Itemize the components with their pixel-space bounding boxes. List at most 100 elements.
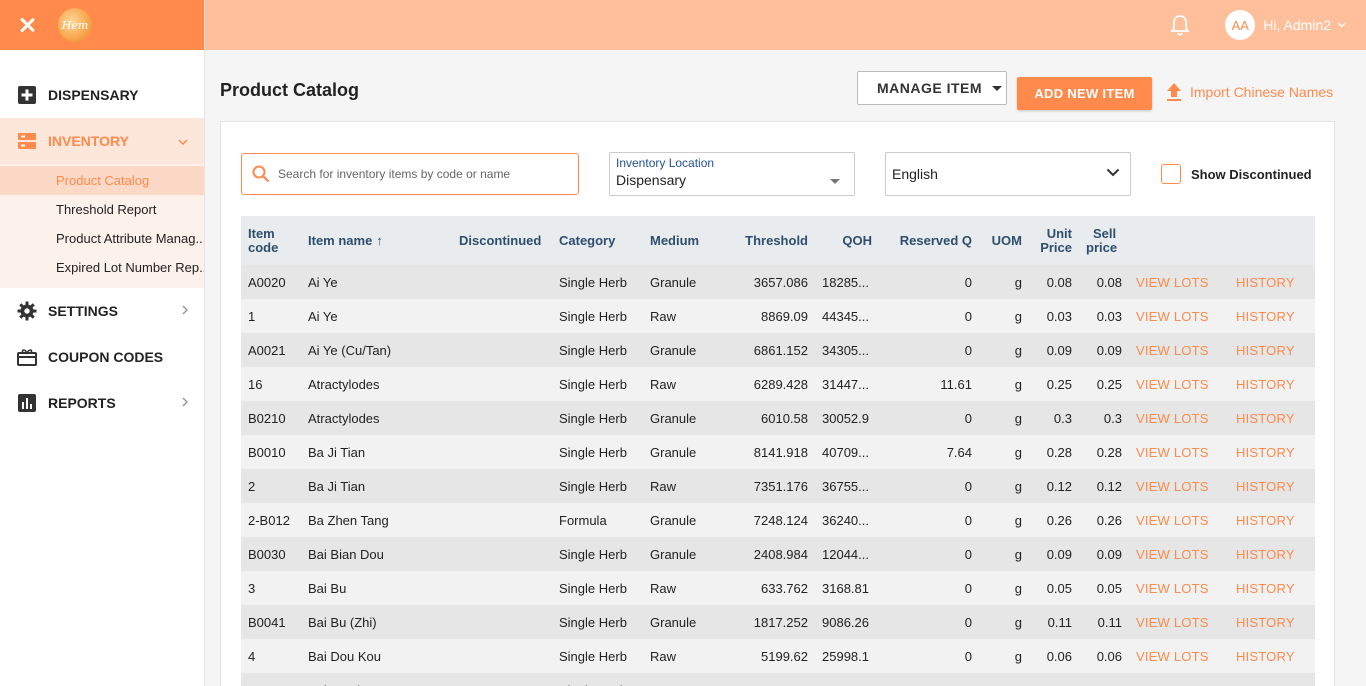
table-row[interactable]: B0210 Atractylodes Single Herb Granule 6010.… bbox=[241, 401, 1315, 435]
col-item-name[interactable]: Item name ↑ bbox=[301, 216, 452, 265]
show-discontinued-toggle[interactable]: Show Discontinued bbox=[1161, 164, 1312, 184]
table-row[interactable]: A0020 Ai Ye Single Herb Granule 3657.086 1828… bbox=[241, 265, 1315, 299]
view-lots-link[interactable]: VIEW LOTS bbox=[1129, 435, 1229, 469]
cell-category: Formula bbox=[559, 512, 607, 528]
user-menu[interactable]: AA Hi, Admin2 bbox=[1225, 10, 1346, 40]
cell-name: Atractylodes bbox=[308, 410, 380, 426]
table-row[interactable]: 16 Atractylodes Single Herb Raw 6289.428 3144… bbox=[241, 367, 1315, 401]
table-row[interactable]: B0041 Bai Bu (Zhi) Single Herb Granule 1817.… bbox=[241, 605, 1315, 639]
col-uom[interactable]: UOM bbox=[979, 216, 1029, 265]
history-link[interactable]: HISTORY bbox=[1229, 469, 1315, 503]
cell-code: 3 bbox=[248, 580, 256, 596]
language-select[interactable]: English bbox=[885, 152, 1131, 196]
cell-uom: g bbox=[979, 673, 1029, 686]
history-link[interactable]: HISTORY bbox=[1229, 639, 1315, 673]
sidebar-item-inventory[interactable]: INVENTORY bbox=[0, 118, 204, 164]
cell-unit: 0.3 bbox=[1053, 410, 1072, 426]
table-row[interactable]: 3 Bai Bu Single Herb Raw 633.762 3168.81 0 g 0.0… bbox=[241, 571, 1315, 605]
history-link[interactable]: HISTORY bbox=[1229, 673, 1315, 686]
view-lots-link[interactable]: VIEW LOTS bbox=[1129, 401, 1229, 435]
cell-discontinued bbox=[452, 639, 552, 673]
history-link[interactable]: HISTORY bbox=[1229, 435, 1315, 469]
app-logo[interactable]: Hem bbox=[58, 8, 92, 42]
cell-category: Single Herb bbox=[552, 673, 643, 686]
cell-code: 1 bbox=[248, 308, 256, 324]
history-link[interactable]: HISTORY bbox=[1229, 401, 1315, 435]
sidebar-item-coupon-codes[interactable]: COUPON CODES bbox=[0, 334, 204, 380]
search-input[interactable] bbox=[278, 167, 568, 181]
view-lots-link[interactable]: VIEW LOTS bbox=[1129, 673, 1229, 686]
cell-threshold: 3657.086 bbox=[753, 274, 808, 290]
view-lots-link[interactable]: VIEW LOTS bbox=[1129, 571, 1229, 605]
cell-discontinued bbox=[452, 367, 552, 401]
history-link[interactable]: HISTORY bbox=[1229, 299, 1315, 333]
sidebar-item-dispensary[interactable]: DISPENSARY bbox=[0, 72, 204, 118]
history-link[interactable]: HISTORY bbox=[1229, 367, 1315, 401]
col-qoh[interactable]: QOH bbox=[815, 216, 879, 265]
view-lots-link[interactable]: VIEW LOTS bbox=[1129, 503, 1229, 537]
sidebar-item-reports[interactable]: REPORTS bbox=[0, 380, 204, 426]
col-category[interactable]: Category bbox=[552, 216, 643, 265]
cell-uom: g bbox=[1014, 308, 1022, 324]
close-icon[interactable] bbox=[16, 14, 38, 36]
history-link[interactable]: HISTORY bbox=[1229, 605, 1315, 639]
bell-icon[interactable] bbox=[1170, 14, 1190, 36]
table-row[interactable]: 2-B012 Ba Zhen Tang Formula Granule 7248.124… bbox=[241, 503, 1315, 537]
history-link[interactable]: HISTORY bbox=[1229, 333, 1315, 367]
view-lots-link[interactable]: VIEW LOTS bbox=[1129, 333, 1229, 367]
col-threshold[interactable]: Threshold bbox=[724, 216, 815, 265]
view-lots-link[interactable]: VIEW LOTS bbox=[1129, 265, 1229, 299]
cell-qoh: 31447... bbox=[822, 376, 869, 392]
history-link[interactable]: HISTORY bbox=[1229, 503, 1315, 537]
view-lots-link[interactable]: VIEW LOTS bbox=[1129, 537, 1229, 571]
inventory-location-select[interactable]: Inventory Location Dispensary bbox=[609, 152, 855, 196]
cell-medium: Granule bbox=[650, 512, 697, 528]
cell-reserved: 0 bbox=[964, 342, 972, 358]
submenu-item-product-attribute[interactable]: Product Attribute Manag... bbox=[0, 224, 204, 253]
manage-item-button[interactable]: MANAGE ITEM bbox=[857, 71, 1007, 105]
col-discontinued[interactable]: Discontinued bbox=[452, 216, 552, 265]
col-item-code[interactable]: Item code bbox=[241, 216, 301, 265]
import-chinese-names-link[interactable]: Import Chinese Names bbox=[1166, 82, 1333, 102]
cell-threshold: 1817.252 bbox=[753, 614, 808, 630]
view-lots-link[interactable]: VIEW LOTS bbox=[1129, 639, 1229, 673]
submenu-item-threshold-report[interactable]: Threshold Report bbox=[0, 195, 204, 224]
view-lots-link[interactable]: VIEW LOTS bbox=[1129, 469, 1229, 503]
table-row[interactable]: B0030 Bai Bian Dou Single Herb Granule 2408.… bbox=[241, 537, 1315, 571]
cell-discontinued bbox=[452, 673, 552, 686]
col-medium[interactable]: Medium bbox=[643, 216, 724, 265]
cell-discontinued bbox=[452, 435, 552, 469]
cell-sell: 0.25 bbox=[1096, 376, 1122, 392]
history-link[interactable]: HISTORY bbox=[1229, 537, 1315, 571]
cell-reserved: 0 bbox=[879, 673, 979, 686]
table-row[interactable]: B0010 Ba Ji Tian Single Herb Granule 8141.91… bbox=[241, 435, 1315, 469]
view-lots-link[interactable]: VIEW LOTS bbox=[1129, 367, 1229, 401]
table-row[interactable]: 20ABai Fu Zi Single HerbRaw1250.5526252.7… bbox=[241, 673, 1315, 686]
location-label: Inventory Location bbox=[616, 156, 715, 170]
cell-reserved: 0 bbox=[964, 274, 972, 290]
history-link[interactable]: HISTORY bbox=[1229, 265, 1315, 299]
view-lots-link[interactable]: VIEW LOTS bbox=[1129, 605, 1229, 639]
cell-unit: 0.28 bbox=[1046, 444, 1072, 460]
cell-medium: Granule bbox=[650, 444, 697, 460]
col-sell-price[interactable]: Sell price bbox=[1079, 216, 1129, 265]
table-row[interactable]: 2 Ba Ji Tian Single Herb Raw 7351.176 36755..… bbox=[241, 469, 1315, 503]
add-new-item-button[interactable]: ADD NEW ITEM bbox=[1017, 77, 1152, 110]
col-unit-price[interactable]: Unit Price bbox=[1029, 216, 1079, 265]
cell-reserved: 0 bbox=[964, 308, 972, 324]
show-discontinued-checkbox[interactable] bbox=[1161, 164, 1181, 184]
table-row[interactable]: 1 Ai Ye Single Herb Raw 8869.09 44345... 0 g 0.0… bbox=[241, 299, 1315, 333]
sidebar-item-settings[interactable]: SETTINGS bbox=[0, 288, 204, 334]
cell-category: Single Herb bbox=[559, 546, 627, 562]
submenu-item-product-catalog[interactable]: Product Catalog bbox=[0, 166, 204, 195]
view-lots-link[interactable]: VIEW LOTS bbox=[1129, 299, 1229, 333]
search-field[interactable] bbox=[241, 153, 579, 195]
history-link[interactable]: HISTORY bbox=[1229, 571, 1315, 605]
table-row[interactable]: 4 Bai Dou Kou Single Herb Raw 5199.62 25998.1… bbox=[241, 639, 1315, 673]
cell-medium: Granule bbox=[650, 274, 697, 290]
col-reserved[interactable]: Reserved Q bbox=[879, 216, 979, 265]
cell-discontinued bbox=[452, 503, 552, 537]
table-row[interactable]: A0021 Ai Ye (Cu/Tan) Single Herb Granule 686… bbox=[241, 333, 1315, 367]
submenu-item-expired-lot[interactable]: Expired Lot Number Rep... bbox=[0, 253, 204, 282]
cell-sell: 0.28 bbox=[1096, 444, 1122, 460]
